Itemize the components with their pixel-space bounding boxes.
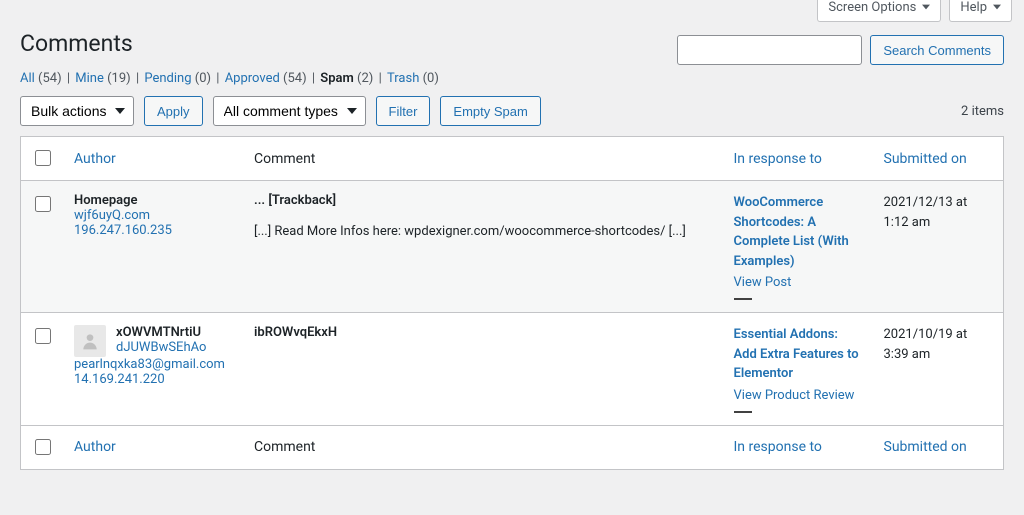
author-ip[interactable]: 14.169.241.220 <box>74 372 165 387</box>
row-select[interactable] <box>35 196 51 212</box>
comment-count-bubble <box>734 298 752 300</box>
filter-trash[interactable]: Trash <box>387 71 419 86</box>
apply-button[interactable]: Apply <box>144 96 203 126</box>
col-comment-footer: Comment <box>244 425 724 469</box>
view-post-link[interactable]: View Post <box>734 275 792 290</box>
filter-spam[interactable]: Spam <box>320 71 354 86</box>
author-name: xOWVMTNrtiU <box>116 325 206 340</box>
avatar <box>74 325 106 357</box>
search-input[interactable] <box>677 35 862 65</box>
chevron-down-icon <box>993 0 1001 15</box>
select-all-top[interactable] <box>35 150 51 166</box>
filter-pending[interactable]: Pending <box>144 71 191 86</box>
col-response-header[interactable]: In response to <box>724 137 874 181</box>
screen-options-tab[interactable]: Screen Options <box>817 0 941 22</box>
filter-spam-count: (2) <box>357 71 373 86</box>
filter-approved-count: (54) <box>283 71 307 86</box>
col-author-footer[interactable]: Author <box>64 425 244 469</box>
submitted-date: 2021/10/19 at 3:39 am <box>874 313 1004 426</box>
filter-mine-count: (19) <box>107 71 131 86</box>
col-comment-header: Comment <box>244 137 724 181</box>
author-name: Homepage <box>74 193 150 208</box>
col-date-header[interactable]: Submitted on <box>874 137 1004 181</box>
author-email[interactable]: pearlnqxka83@gmail.com <box>74 357 225 372</box>
filter-trash-count: (0) <box>423 71 439 86</box>
row-select[interactable] <box>35 328 51 344</box>
author-url[interactable]: dJUWBwSEhAo <box>116 340 206 355</box>
empty-spam-button[interactable]: Empty Spam <box>440 96 540 126</box>
chevron-down-icon <box>922 0 930 15</box>
help-tab[interactable]: Help <box>949 0 1012 22</box>
filter-all-count: (54) <box>38 71 62 86</box>
screen-options-label: Screen Options <box>828 0 916 15</box>
response-post-link[interactable]: WooCommerce Shortcodes: A Complete List … <box>734 193 864 271</box>
response-post-link[interactable]: Essential Addons: Add Extra Features to … <box>734 325 864 384</box>
help-label: Help <box>960 0 987 15</box>
comment-title: ibROWvqEkxH <box>254 325 714 340</box>
submitted-date: 2021/12/13 at 1:12 am <box>874 181 1004 313</box>
select-all-bottom[interactable] <box>35 439 51 455</box>
comment-types-select[interactable]: All comment types <box>213 96 366 126</box>
filter-mine[interactable]: Mine <box>75 71 104 86</box>
status-filter-links: All (54) | Mine (19) | Pending (0) | App… <box>20 71 1004 86</box>
author-ip[interactable]: 196.247.160.235 <box>74 223 172 238</box>
col-date-footer[interactable]: Submitted on <box>874 425 1004 469</box>
filter-button[interactable]: Filter <box>376 96 431 126</box>
item-count: 2 items <box>961 104 1004 119</box>
bulk-actions-select[interactable]: Bulk actions <box>20 96 134 126</box>
filter-all[interactable]: All <box>20 71 35 86</box>
filter-pending-count: (0) <box>195 71 211 86</box>
col-author-header[interactable]: Author <box>64 137 244 181</box>
col-response-footer[interactable]: In response to <box>724 425 874 469</box>
table-row: Homepagewjf6uyQ.com196.247.160.235 ... [T… <box>21 181 1004 313</box>
table-row: xOWVMTNrtiUdJUWBwSEhAo pearlnqxka83@gmail… <box>21 313 1004 426</box>
search-comments-button[interactable]: Search Comments <box>870 35 1004 65</box>
comment-count-bubble <box>734 411 752 413</box>
comment-title: ... [Trackback] <box>254 193 714 208</box>
comment-body: [...] Read More Infos here: wpdexigner.c… <box>254 222 714 242</box>
filter-approved[interactable]: Approved <box>225 71 280 86</box>
author-url[interactable]: wjf6uyQ.com <box>74 208 150 223</box>
view-post-link[interactable]: View Product Review <box>734 388 855 403</box>
